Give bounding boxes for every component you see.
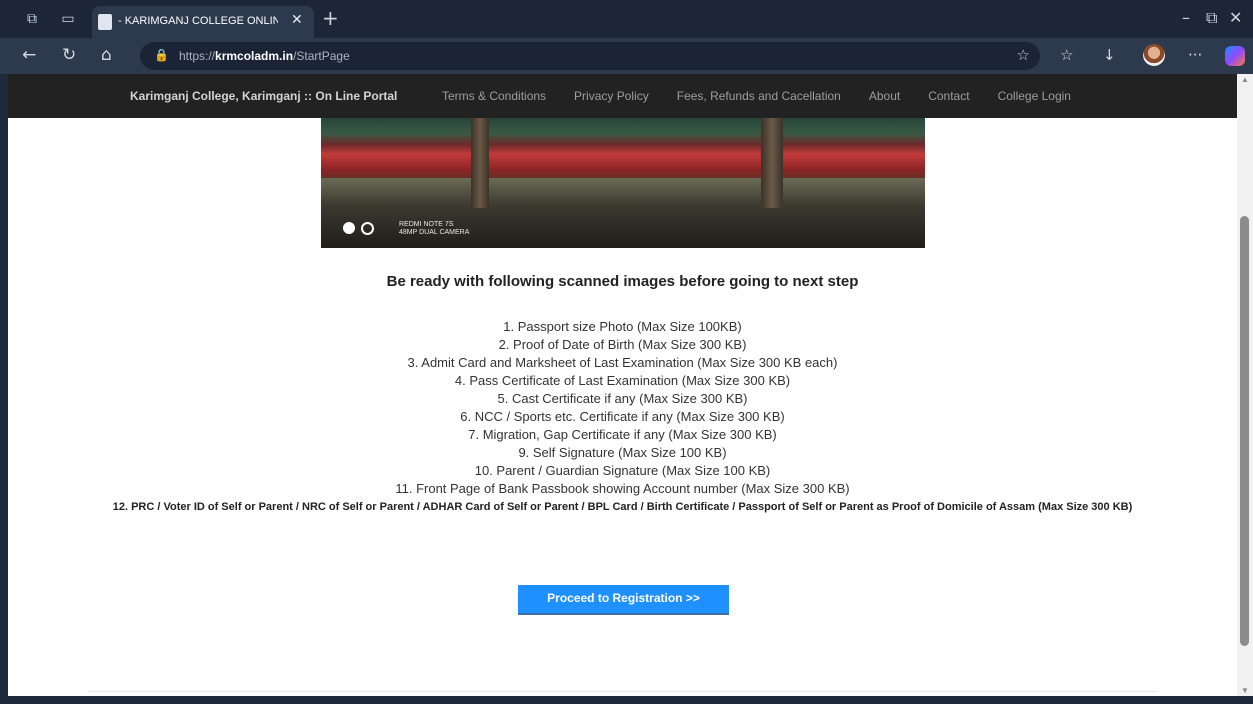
- home-icon[interactable]: ⌂: [101, 45, 112, 65]
- address-bar[interactable]: 🔒 https://krmcoladm.in/StartPage ☆: [140, 42, 1040, 70]
- url-text[interactable]: https://krmcoladm.in/StartPage: [179, 49, 350, 63]
- photo-watermark: REDMI NOTE 7S 48MP DUAL CAMERA: [399, 221, 470, 236]
- nav-link-privacy[interactable]: Privacy Policy: [574, 89, 649, 103]
- nav-link-fees[interactable]: Fees, Refunds and Cacellation: [677, 89, 841, 103]
- nav-links: Terms & Conditions Privacy Policy Fees, …: [442, 89, 1099, 103]
- favorite-star-icon[interactable]: ☆: [1017, 46, 1030, 64]
- footer-divider: [88, 691, 1158, 692]
- requirements-list: 1. Passport size Photo (Max Size 100KB) …: [8, 318, 1237, 516]
- list-item: 4. Pass Certificate of Last Examination …: [454, 373, 791, 388]
- list-item: 2. Proof of Date of Birth (Max Size 300 …: [498, 337, 747, 352]
- page-heading: Be ready with following scanned images b…: [386, 273, 859, 290]
- list-item: 7. Migration, Gap Certificate if any (Ma…: [468, 427, 777, 442]
- tab-title: - KARIMGANJ COLLEGE ONLINE F: [118, 15, 278, 27]
- list-item: 5. Cast Certificate if any (Max Size 300…: [497, 391, 748, 406]
- tab-actions-icon[interactable]: ▭: [60, 11, 76, 27]
- workspaces-icon[interactable]: ⧉: [24, 11, 40, 27]
- page-scrollbar[interactable]: ▲ ▼: [1237, 74, 1253, 696]
- list-item: 11. Front Page of Bank Passbook showing …: [395, 481, 850, 496]
- back-icon[interactable]: ←: [22, 45, 36, 65]
- copilot-icon[interactable]: [1225, 46, 1245, 66]
- site-brand[interactable]: Karimganj College, Karimganj :: On Line …: [130, 89, 397, 103]
- browser-tab[interactable]: - KARIMGANJ COLLEGE ONLINE F ✕: [92, 6, 314, 38]
- list-item: 1. Passport size Photo (Max Size 100KB): [503, 319, 742, 334]
- download-icon[interactable]: ↓: [1103, 46, 1116, 64]
- list-item: 9. Self Signature (Max Size 100 KB): [518, 445, 727, 460]
- close-window-icon[interactable]: ✕: [1229, 8, 1242, 27]
- list-item-domicile: 12. PRC / Voter ID of Self or Parent / N…: [112, 501, 1133, 513]
- refresh-icon[interactable]: ↻: [62, 45, 76, 65]
- nav-link-contact[interactable]: Contact: [928, 89, 969, 103]
- site-navbar: Karimganj College, Karimganj :: On Line …: [8, 74, 1237, 118]
- more-menu-icon[interactable]: ···: [1188, 46, 1202, 64]
- minimize-icon[interactable]: –: [1182, 8, 1190, 27]
- browser-titlebar: ⧉ ▭ - KARIMGANJ COLLEGE ONLINE F ✕ + – ⧉…: [0, 0, 1253, 38]
- profile-avatar[interactable]: [1143, 44, 1165, 66]
- list-item: 10. Parent / Guardian Signature (Max Siz…: [474, 463, 771, 478]
- proceed-to-registration-button[interactable]: Proceed to Registration >>: [518, 585, 729, 615]
- photo-tree: [761, 118, 783, 208]
- nav-link-about[interactable]: About: [869, 89, 900, 103]
- browser-toolbar: ← ↻ ⌂ 🔒 https://krmcoladm.in/StartPage ☆…: [0, 38, 1253, 74]
- list-item: 3. Admit Card and Marksheet of Last Exam…: [407, 355, 838, 370]
- scroll-up-icon[interactable]: ▲: [1241, 75, 1249, 84]
- page-favicon-icon: [98, 14, 112, 30]
- close-tab-icon[interactable]: ✕: [291, 12, 303, 28]
- list-item: 6. NCC / Sports etc. Certificate if any …: [460, 409, 785, 424]
- camera-dot: [343, 222, 355, 234]
- photo-tree: [471, 118, 489, 208]
- favorites-icon[interactable]: ☆: [1060, 46, 1073, 64]
- scrollbar-thumb[interactable]: [1240, 216, 1249, 646]
- new-tab-icon[interactable]: +: [322, 6, 339, 30]
- camera-dot: [361, 222, 374, 235]
- scroll-down-icon[interactable]: ▼: [1241, 686, 1249, 695]
- nav-link-college-login[interactable]: College Login: [998, 89, 1071, 103]
- page-viewport: Karimganj College, Karimganj :: On Line …: [8, 74, 1237, 696]
- nav-link-terms[interactable]: Terms & Conditions: [442, 89, 546, 103]
- restore-icon[interactable]: ⧉: [1206, 8, 1217, 28]
- photo-ground: [321, 178, 925, 248]
- lock-icon[interactable]: 🔒: [154, 48, 169, 62]
- college-photo: REDMI NOTE 7S 48MP DUAL CAMERA: [321, 118, 925, 248]
